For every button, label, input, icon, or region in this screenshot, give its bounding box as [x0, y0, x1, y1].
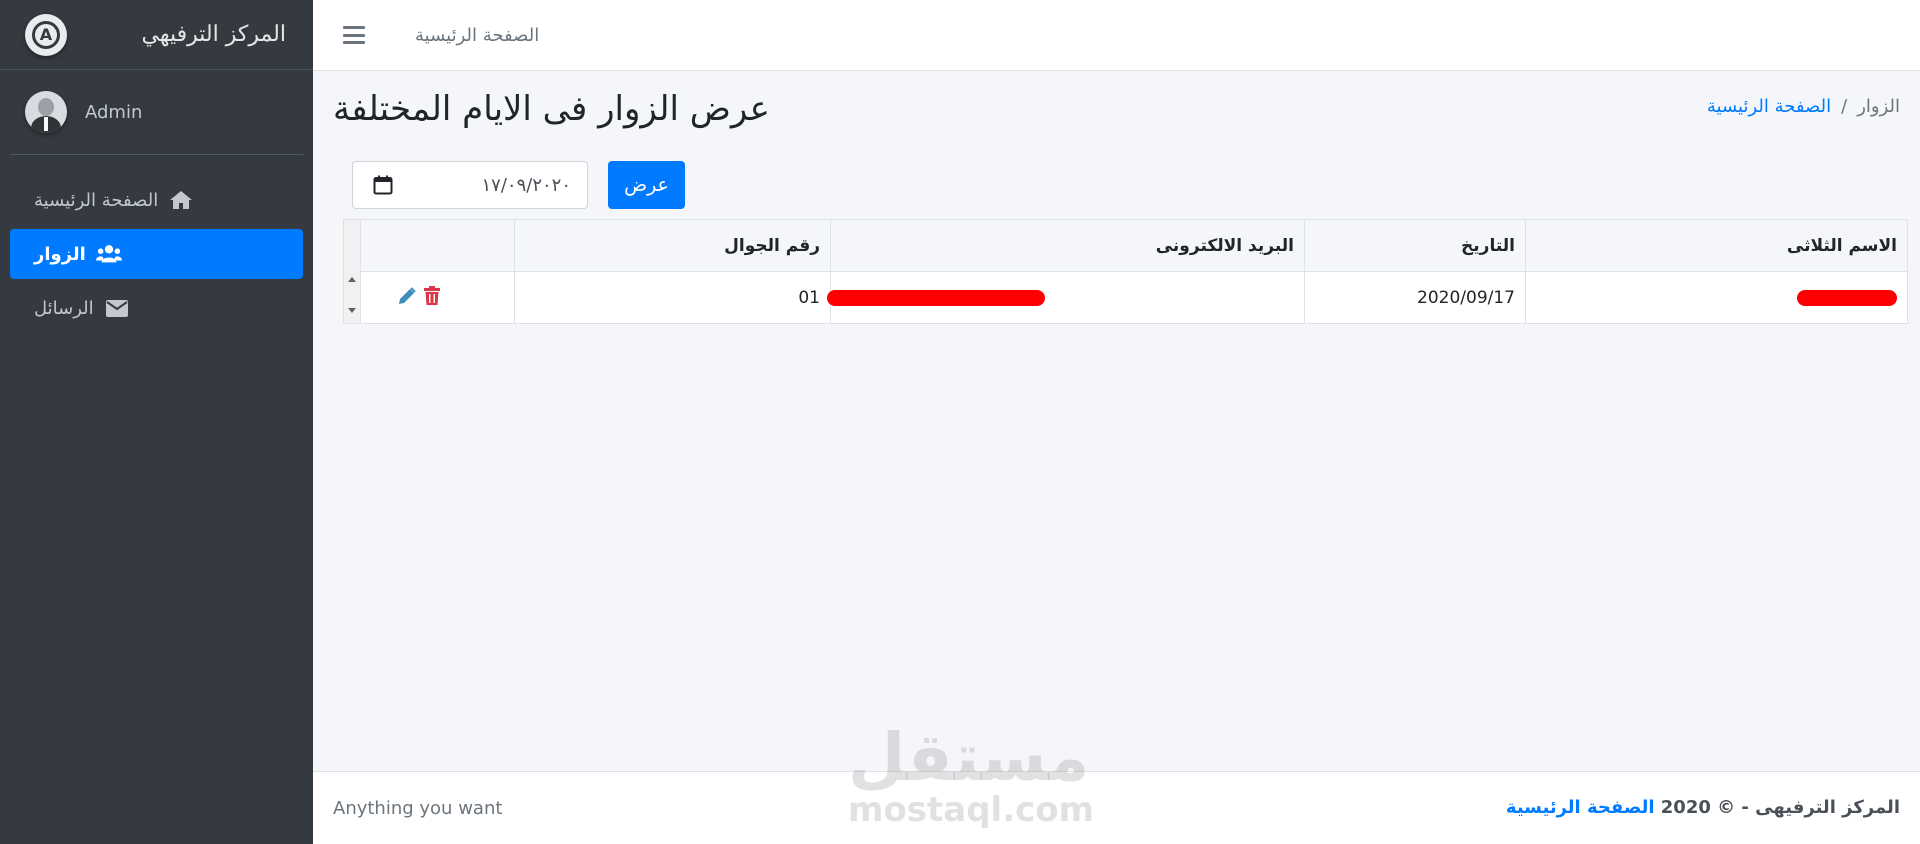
- redaction-mark: [827, 290, 1045, 306]
- page-title: عرض الزوار فى الايام المختلفة: [333, 89, 770, 129]
- footer-home-link[interactable]: الصفحة الرئيسية: [1506, 797, 1655, 818]
- sidebar-item-label: الزوار: [34, 243, 86, 265]
- cell-name: [1525, 272, 1907, 324]
- column-header-email: البريد الالكترونى: [830, 220, 1304, 272]
- envelope-icon: [104, 297, 130, 319]
- cell-phone: 01: [514, 272, 830, 324]
- column-header-actions: [364, 220, 514, 272]
- users-icon: [95, 243, 122, 265]
- hamburger-icon[interactable]: [343, 26, 365, 44]
- footer-tagline: Anything you want: [333, 798, 503, 819]
- avatar[interactable]: [25, 91, 67, 133]
- sidebar-item-label: الصفحة الرئيسية: [34, 189, 159, 211]
- footer: Anything you want المركز الترفيهى - © 20…: [313, 771, 1920, 844]
- cell-email: [827, 272, 1304, 324]
- breadcrumb-separator: /: [1841, 96, 1848, 117]
- redaction-mark: [1797, 290, 1897, 306]
- date-value: ١٧/٠٩/٢٠٢٠: [481, 174, 571, 196]
- calendar-icon[interactable]: [373, 175, 393, 195]
- sidebar-item-home[interactable]: الصفحة الرئيسية: [10, 175, 303, 225]
- table-row: 2020/09/17 01: [344, 272, 1907, 324]
- table-scrollbar[interactable]: [344, 220, 361, 323]
- home-icon: [168, 189, 194, 211]
- cell-date: 2020/09/17: [1304, 272, 1525, 324]
- footer-copyright: المركز الترفيهى - © 2020 الصفحة الرئيسية: [1505, 797, 1900, 818]
- cell-actions: [364, 272, 514, 324]
- watermark-logo: مستقل mostaql.com: [848, 719, 1095, 830]
- breadcrumb-current: الزوار: [1857, 96, 1900, 117]
- top-navbar: الصفحة الرئيسية: [313, 0, 1920, 71]
- sidebar-item-visitors[interactable]: الزوار: [10, 229, 303, 279]
- show-button[interactable]: عرض: [608, 161, 685, 209]
- breadcrumb: الزوار / الصفحة الرئيسية: [1707, 96, 1900, 117]
- column-header-date: التاريخ: [1304, 220, 1525, 272]
- top-home-link[interactable]: الصفحة الرئيسية: [415, 25, 539, 46]
- sidebar: A المركز الترفيهي Admin الصفحة الرئيسية: [0, 0, 313, 844]
- sidebar-nav: الصفحة الرئيسية الزوار الرسائل: [0, 155, 313, 333]
- sidebar-item-label: الرسائل: [34, 297, 94, 319]
- date-input[interactable]: ١٧/٠٩/٢٠٢٠: [352, 161, 588, 209]
- visitors-table: الاسم الثلاثى التاريخ البريد الالكترونى …: [343, 219, 1908, 324]
- brand-link[interactable]: A المركز الترفيهي: [0, 0, 313, 70]
- brand-logo: A: [25, 13, 67, 56]
- sidebar-item-messages[interactable]: الرسائل: [10, 283, 303, 333]
- table-header-row: الاسم الثلاثى التاريخ البريد الالكترونى …: [344, 220, 1907, 272]
- brand-title: المركز الترفيهي: [141, 22, 286, 47]
- date-filter: ١٧/٠٩/٢٠٢٠ عرض: [352, 161, 685, 209]
- content-header: عرض الزوار فى الايام المختلفة الزوار / ا…: [313, 71, 1920, 151]
- edit-icon[interactable]: [398, 286, 416, 310]
- column-header-phone: رقم الجوال: [514, 220, 830, 272]
- user-panel: Admin: [10, 70, 303, 155]
- breadcrumb-home-link[interactable]: الصفحة الرئيسية: [1707, 96, 1831, 117]
- delete-icon[interactable]: [424, 286, 440, 310]
- column-header-name: الاسم الثلاثى: [1525, 220, 1907, 272]
- user-name[interactable]: Admin: [85, 102, 142, 123]
